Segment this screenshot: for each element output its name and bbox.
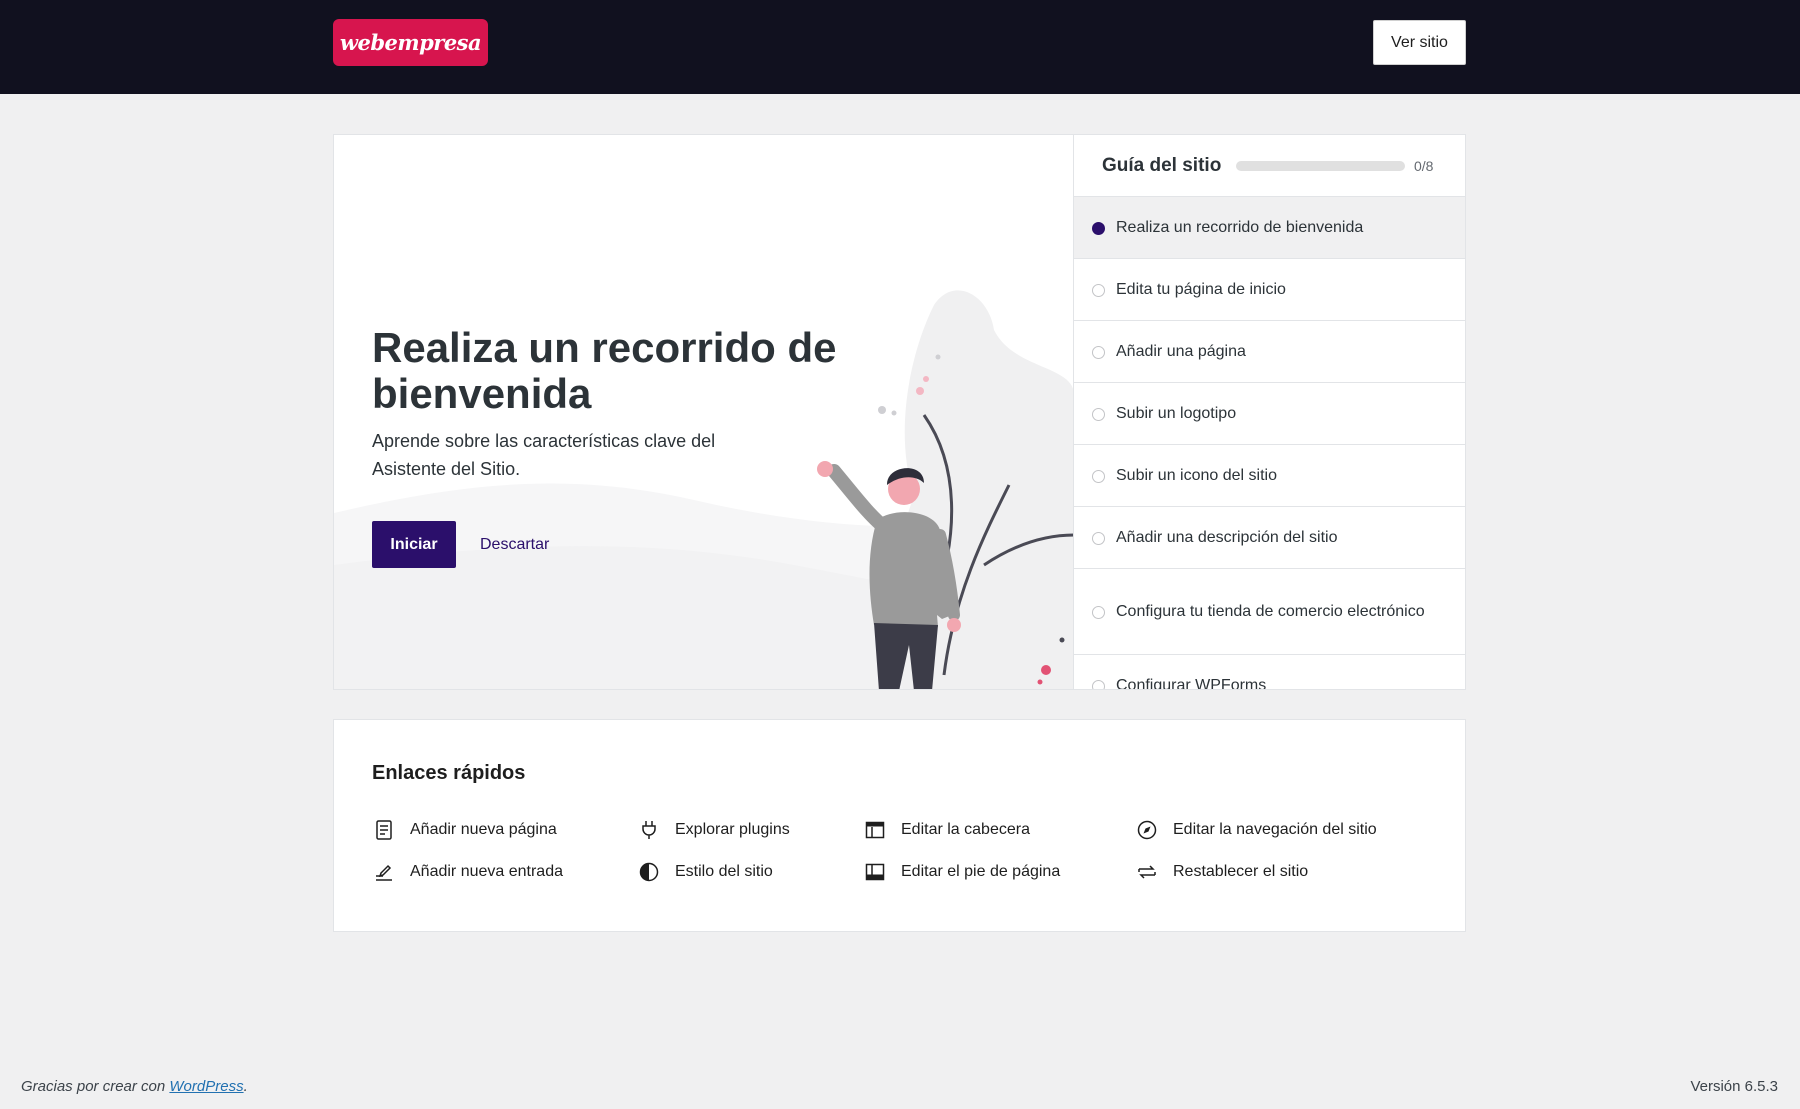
site-guide-header: Guía del sitio 0/8 <box>1074 135 1465 197</box>
top-bar: webempresa Ver sitio <box>0 0 1800 94</box>
dismiss-button[interactable]: Descartar <box>480 521 549 568</box>
reset-icon <box>1138 865 1156 879</box>
welcome-hero: Realiza un recorrido de bienvenida Apren… <box>334 135 1074 689</box>
footer-thanks-prefix: Gracias por crear con <box>21 1078 170 1095</box>
quick-links-card: Enlaces rápidos Añadir nueva página Añad… <box>333 719 1466 932</box>
wordpress-link[interactable]: WordPress <box>169 1078 243 1095</box>
quick-link-label: Restablecer el sitio <box>1173 863 1309 880</box>
guide-item-welcome-tour[interactable]: Realiza un recorrido de bienvenida <box>1074 197 1465 259</box>
step-indicator <box>1092 283 1105 297</box>
quick-link-edit-footer[interactable]: Editar el pie de página <box>863 858 1060 886</box>
quick-link-label: Añadir nueva entrada <box>410 863 563 880</box>
guide-item-label: Configurar WPForms <box>1116 677 1267 690</box>
quick-link-label: Editar la navegación del sitio <box>1173 821 1377 838</box>
site-guide-progress-count: 0/8 <box>1414 158 1434 174</box>
quick-link-edit-navigation[interactable]: Editar la navegación del sitio <box>1135 816 1377 844</box>
page-icon <box>376 820 392 840</box>
header-icon <box>865 821 885 839</box>
style-icon <box>639 862 659 882</box>
welcome-card: Realiza un recorrido de bienvenida Apren… <box>333 134 1466 690</box>
quick-link-explore-plugins[interactable]: Explorar plugins <box>637 816 790 844</box>
quick-link-label: Editar la cabecera <box>901 821 1030 838</box>
guide-item-upload-logo[interactable]: Subir un logotipo <box>1074 383 1465 445</box>
view-site-button[interactable]: Ver sitio <box>1373 20 1466 65</box>
guide-item-add-page[interactable]: Añadir una página <box>1074 321 1465 383</box>
welcome-description: Aprende sobre las características clave … <box>372 431 716 479</box>
guide-item-label: Edita tu página de inicio <box>1116 281 1286 298</box>
site-guide-panel: Guía del sitio 0/8 Realiza un recorrido … <box>1073 135 1465 690</box>
post-icon <box>376 864 392 881</box>
guide-item-label: Añadir una descripción del sitio <box>1116 529 1338 546</box>
step-indicator <box>1092 679 1105 689</box>
guide-item-label: Subir un icono del sitio <box>1116 467 1277 484</box>
footer-icon <box>865 863 885 881</box>
step-indicator <box>1092 605 1105 619</box>
quick-link-label: Editar el pie de página <box>901 863 1061 880</box>
quick-links-title: Enlaces rápidos <box>372 762 526 784</box>
quick-link-add-post[interactable]: Añadir nueva entrada <box>372 858 563 886</box>
step-indicator <box>1092 531 1105 545</box>
navigation-icon <box>1137 820 1157 840</box>
quick-link-add-page[interactable]: Añadir nueva página <box>372 816 557 844</box>
guide-item-label: Realiza un recorrido de bienvenida <box>1116 219 1364 236</box>
quick-link-label: Estilo del sitio <box>675 863 773 880</box>
footer-version: Versión 6.5.3 <box>1690 1078 1778 1095</box>
welcome-title: Realiza un recorrido de bienvenida <box>372 324 837 417</box>
site-guide-title: Guía del sitio <box>1102 155 1222 176</box>
guide-item-label: Subir un logotipo <box>1116 405 1237 422</box>
guide-item-wpforms[interactable]: Configurar WPForms <box>1074 655 1465 690</box>
guide-item-label: Añadir una página <box>1116 343 1246 360</box>
guide-item-upload-site-icon[interactable]: Subir un icono del sitio <box>1074 445 1465 507</box>
site-guide-progress-bar <box>1236 161 1405 171</box>
quick-link-reset-site[interactable]: Restablecer el sitio <box>1135 858 1308 886</box>
start-tour-button[interactable]: Iniciar <box>372 521 456 568</box>
webempresa-logo[interactable]: webempresa <box>333 19 488 66</box>
footer-thanks-suffix: . <box>243 1078 248 1095</box>
footer-thanks: Gracias por crear con WordPress. <box>21 1078 248 1095</box>
quick-link-label: Añadir nueva página <box>410 821 557 838</box>
plugin-icon <box>642 821 656 839</box>
active-step-indicator <box>1092 221 1105 235</box>
quick-link-site-style[interactable]: Estilo del sitio <box>637 858 773 886</box>
step-indicator <box>1092 469 1105 483</box>
guide-item-edit-homepage[interactable]: Edita tu página de inicio <box>1074 259 1465 321</box>
guide-item-label: Configura tu tienda de comercio electrón… <box>1116 603 1425 620</box>
guide-item-ecommerce[interactable]: Configura tu tienda de comercio electrón… <box>1074 569 1465 655</box>
step-indicator <box>1092 345 1105 359</box>
step-indicator <box>1092 407 1105 421</box>
quick-link-label: Explorar plugins <box>675 821 790 838</box>
quick-link-edit-header[interactable]: Editar la cabecera <box>863 816 1030 844</box>
guide-item-site-description[interactable]: Añadir una descripción del sitio <box>1074 507 1465 569</box>
